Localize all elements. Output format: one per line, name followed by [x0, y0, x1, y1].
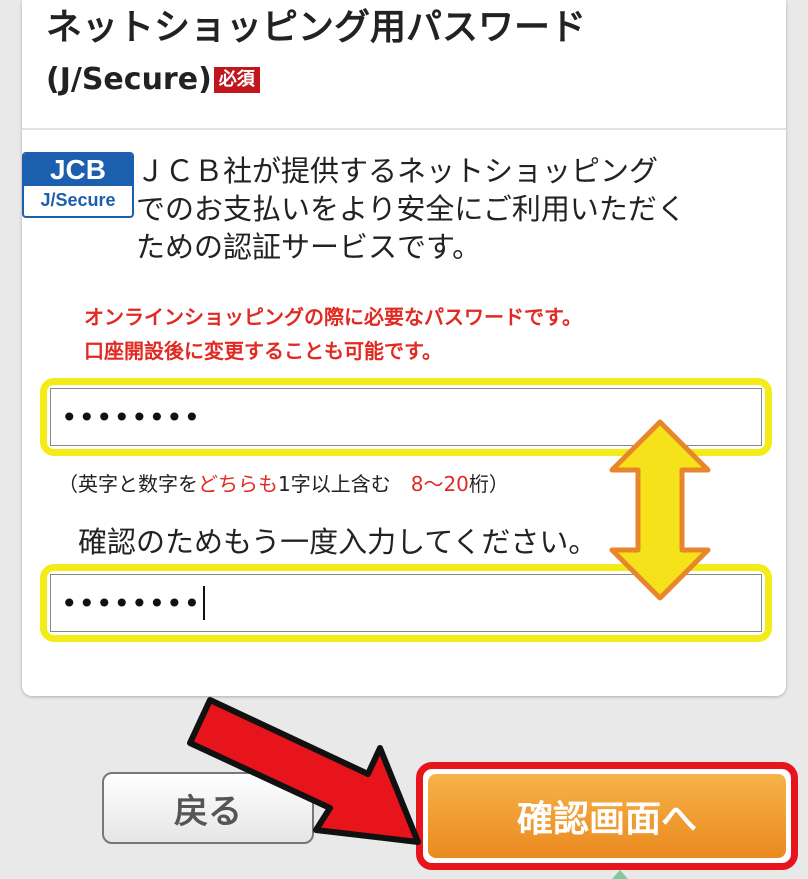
notice-line-2: 口座開設後に変更することも可能です。 [84, 339, 442, 363]
description-line-1: ＪＣＢ社が提供するネットショッピング [136, 154, 659, 188]
required-badge: 必須 [213, 67, 260, 93]
confirm-password-label: 確認のためもう一度入力してください。 [78, 525, 598, 559]
text-caret [203, 586, 206, 620]
rule-suffix: 桁） [468, 472, 509, 496]
description-line-3: ための認証サービスです。 [136, 230, 482, 264]
section-subtitle: (J/Secure) 必須 [46, 62, 260, 98]
section-title: ネットショッピング用パスワード [46, 7, 587, 48]
scroll-arrow-icon [612, 870, 628, 879]
service-description: ＪＣＢ社が提供するネットショッピング でのお支払いをより安全にご利用いただく た… [136, 152, 762, 266]
rule-emphasis: どちらも [198, 472, 278, 496]
rule-prefix: （英字と数字を [58, 472, 198, 496]
confirm-screen-button-label: 確認画面へ [428, 774, 786, 858]
password-notice: オンラインショッピングの際に必要なパスワードです。 口座開設後に変更することも可… [84, 300, 582, 368]
jsecure-logo-text: J/Secure [40, 190, 116, 210]
password-input[interactable]: •••••••• [50, 388, 762, 446]
password-input-value: •••••••• [61, 400, 202, 434]
back-button[interactable]: 戻る [102, 772, 314, 844]
confirm-password-value: •••••••• [61, 586, 202, 620]
section-header: ネットショッピング用パスワード (J/Secure) 必須 [22, 0, 786, 130]
password-rule-hint: （英字と数字をどちらも1字以上含む 8〜20桁） [58, 470, 509, 498]
rule-middle: 1字以上含む [278, 472, 411, 496]
notice-line-1: オンラインショッピングの際に必要なパスワードです。 [84, 305, 582, 329]
confirm-screen-button[interactable]: 確認画面へ [416, 762, 798, 870]
jcb-logo-text: JCB [24, 154, 132, 186]
jcb-jsecure-logo: JCB J/Secure [22, 152, 134, 218]
rule-length-range: 8〜20 [410, 472, 469, 496]
description-line-2: でのお支払いをより安全にご利用いただく [136, 192, 686, 226]
confirm-password-input[interactable]: •••••••• [50, 574, 762, 632]
section-subtitle-text: (J/Secure) [46, 62, 212, 97]
